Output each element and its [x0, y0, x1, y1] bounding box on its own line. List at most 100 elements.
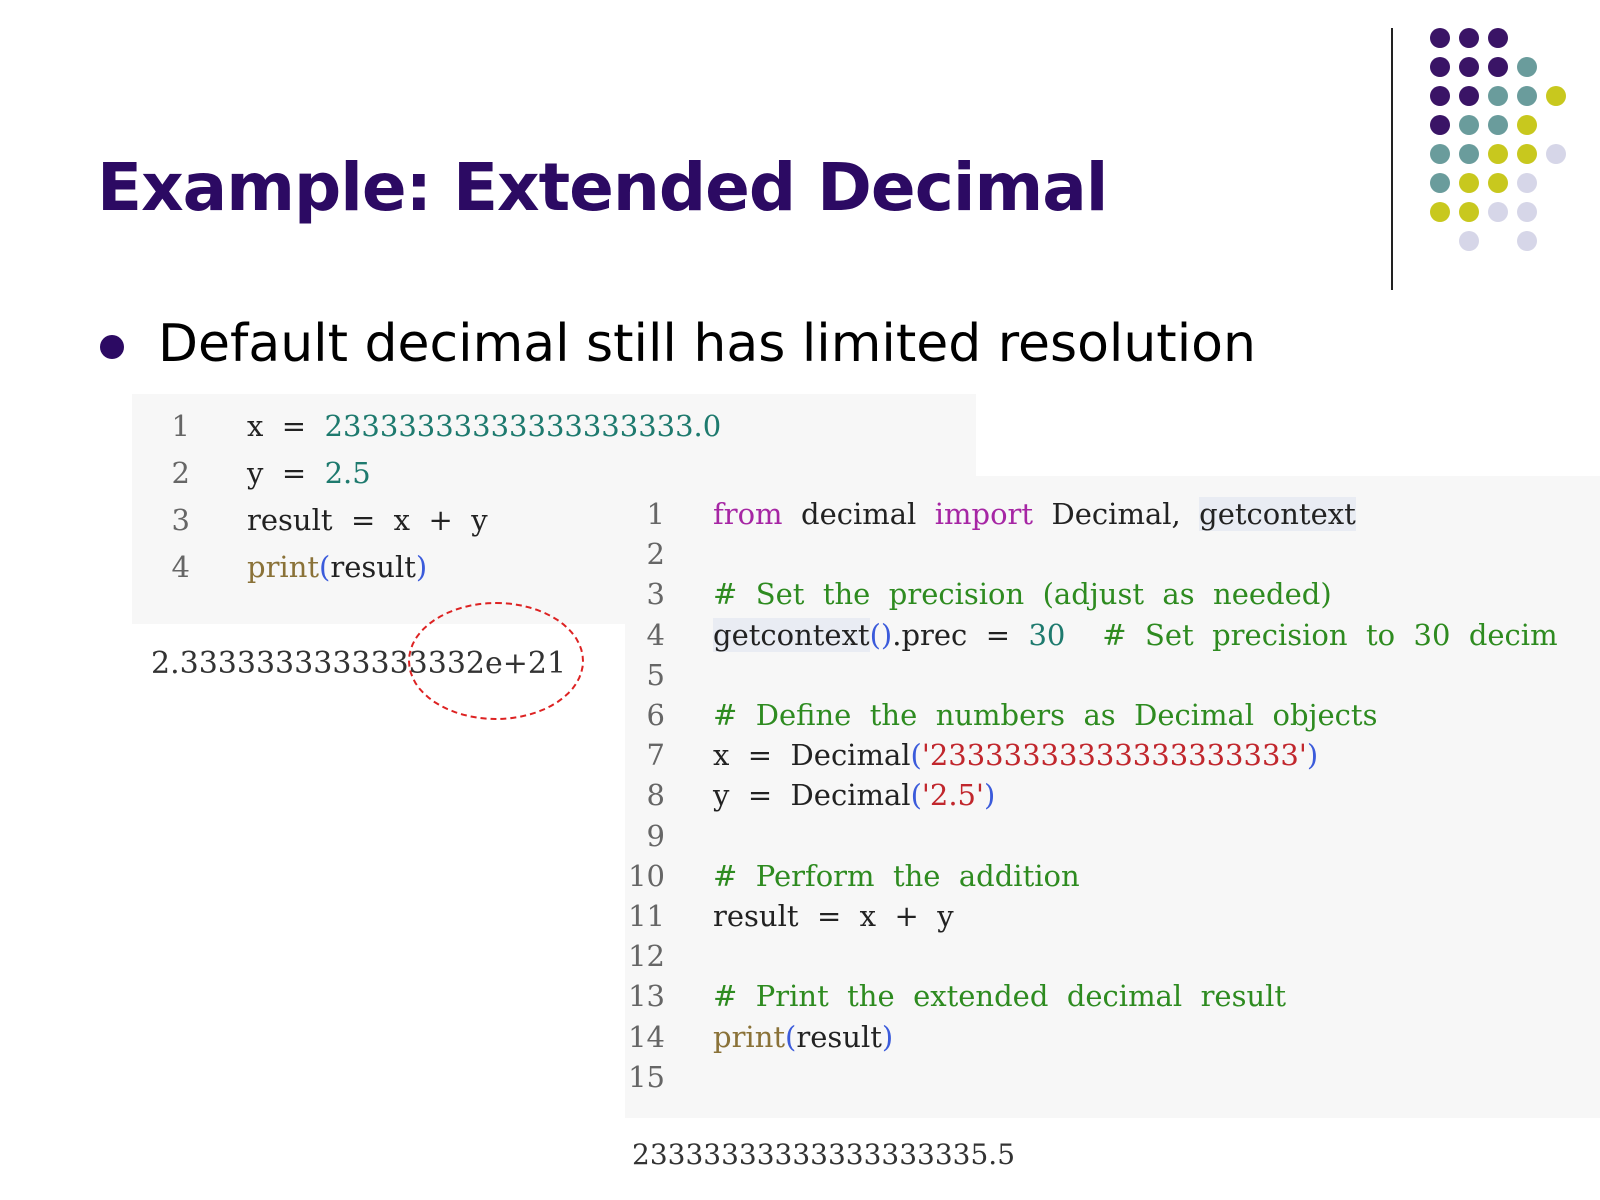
- line-number: 8: [646, 778, 665, 813]
- code-line: 11 result = x + y: [625, 896, 1600, 936]
- code-token: =: [263, 409, 325, 443]
- decorative-dot-icon: [1430, 86, 1450, 106]
- decorative-dot-icon: [1517, 115, 1537, 135]
- code-token: result: [796, 1019, 882, 1054]
- line-number: 1: [646, 497, 665, 531]
- code-line: 1 x = 23333333333333333333.0: [132, 406, 976, 446]
- decorative-dot-icon: [1459, 28, 1479, 48]
- bullet-text: Default decimal still has limited resolu…: [158, 314, 1256, 374]
- line-number: 7: [646, 738, 665, 773]
- code-text: # Set the precision (adjust as needed): [713, 574, 1332, 614]
- code-token: y = Decimal: [713, 778, 911, 813]
- code-token: y: [247, 456, 264, 490]
- line-number: 1: [171, 409, 190, 443]
- code-text: x = 23333333333333333333.0: [247, 406, 721, 446]
- decorative-dot-icon: [1459, 202, 1479, 222]
- code-line: 12: [625, 936, 1600, 976]
- line-number: 3: [171, 503, 190, 537]
- code-token-paren: ): [881, 1019, 894, 1054]
- line-number: 14: [628, 1019, 665, 1054]
- decorative-dot-icon: [1430, 28, 1450, 48]
- decorative-dot-icon: [1517, 202, 1537, 222]
- decorative-dot-icon: [1517, 144, 1537, 164]
- code-text: from decimal import Decimal, getcontext: [713, 494, 1356, 534]
- code-line: 4 getcontext().prec = 30 # Set precision …: [625, 615, 1600, 655]
- code-line: 9: [625, 816, 1600, 856]
- code-line: 5: [625, 655, 1600, 695]
- decorative-dot-icon: [1488, 57, 1508, 77]
- code-token: =: [263, 456, 325, 490]
- code-line: 2: [625, 534, 1600, 574]
- highlight-circle: [408, 602, 584, 720]
- code-token-comment: # Set precision to 30 decim: [1102, 617, 1558, 652]
- code-text: getcontext().prec = 30 # Set precision t…: [713, 615, 1558, 655]
- code-token-paren: (: [910, 738, 922, 773]
- line-number: 10: [628, 858, 665, 893]
- code-line: 6 # Define the numbers as Decimal objects: [625, 695, 1600, 735]
- decorative-dot-icon: [1488, 86, 1508, 106]
- decorative-dot-icon: [1459, 86, 1479, 106]
- line-number: 3: [646, 577, 665, 612]
- output-decimal: 23333333333333333335.5: [632, 1138, 1016, 1171]
- decorative-dot-icon: [1546, 144, 1566, 164]
- code-token-comment: # Perform the addition: [713, 858, 1080, 893]
- line-number: 4: [171, 550, 190, 584]
- decorative-dot-icon: [1517, 86, 1537, 106]
- decorative-dot-icon: [1430, 57, 1450, 77]
- code-token-keyword: import: [934, 497, 1034, 531]
- line-number: 4: [646, 617, 665, 652]
- code-text: y = Decimal('2.5'): [713, 775, 995, 815]
- decorative-dot-icon: [1459, 115, 1479, 135]
- code-token: x: [247, 409, 264, 443]
- code-line: 3 # Set the precision (adjust as needed): [625, 574, 1600, 614]
- code-token-string: '2.5': [921, 778, 984, 813]
- code-token-comment: # Define the numbers as Decimal objects: [713, 698, 1378, 732]
- code-token-paren: (): [869, 617, 893, 652]
- code-text: result = x + y: [713, 896, 954, 936]
- code-token-paren: ): [1306, 738, 1319, 773]
- code-line: 1 from decimal import Decimal, getcontext: [625, 494, 1600, 534]
- code-text: # Define the numbers as Decimal objects: [713, 695, 1377, 735]
- decorative-dot-icon: [1517, 57, 1537, 77]
- code-line: 13 # Print the extended decimal result: [625, 976, 1600, 1016]
- code-token-keyword: from: [713, 497, 783, 531]
- code-token-paren: (: [785, 1019, 797, 1054]
- code-token-builtin: print: [247, 550, 320, 584]
- line-number: 5: [646, 657, 665, 692]
- decorative-dot-icon: [1459, 231, 1479, 251]
- decorative-dot-icon: [1488, 202, 1508, 222]
- code-panel-decimal: 1 from decimal import Decimal, getcontext…: [625, 476, 1600, 1118]
- vertical-divider: [1391, 28, 1393, 290]
- slide-title: Example: Extended Decimal: [97, 149, 1108, 226]
- code-text: x = Decimal('23333333333333333333'): [713, 735, 1318, 775]
- line-number: 2: [646, 537, 665, 572]
- decorative-dot-icon: [1488, 173, 1508, 193]
- code-token-number: 23333333333333333333.0: [324, 409, 722, 443]
- decorative-dot-icon: [1488, 28, 1508, 48]
- code-token: .prec =: [892, 617, 1029, 652]
- code-token-number: 30: [1028, 617, 1066, 652]
- code-token: result: [330, 550, 416, 584]
- decorative-dot-icon: [1459, 57, 1479, 77]
- decorative-dot-icon: [1546, 86, 1566, 106]
- code-token: decimal: [782, 497, 935, 531]
- code-line: 15: [625, 1057, 1600, 1097]
- code-text: y = 2.5: [247, 453, 371, 493]
- line-number: 15: [628, 1059, 665, 1094]
- code-line: 7 x = Decimal('23333333333333333333'): [625, 735, 1600, 775]
- line-number: 2: [171, 456, 190, 490]
- code-text: # Perform the addition: [713, 856, 1080, 896]
- code-line: 14 print(result): [625, 1017, 1600, 1057]
- line-number: 13: [628, 979, 665, 1014]
- decorative-dot-icon: [1430, 144, 1450, 164]
- decorative-dot-icon: [1459, 144, 1479, 164]
- bullet-dot-icon: [100, 335, 124, 359]
- code-token-paren: ): [415, 550, 428, 584]
- decorative-dot-icon: [1517, 173, 1537, 193]
- decorative-dot-icon: [1430, 173, 1450, 193]
- code-token-highlight: getcontext: [713, 617, 870, 652]
- code-token: result = x + y: [247, 503, 488, 537]
- code-token-paren: (: [910, 778, 922, 813]
- line-number: 11: [628, 899, 665, 933]
